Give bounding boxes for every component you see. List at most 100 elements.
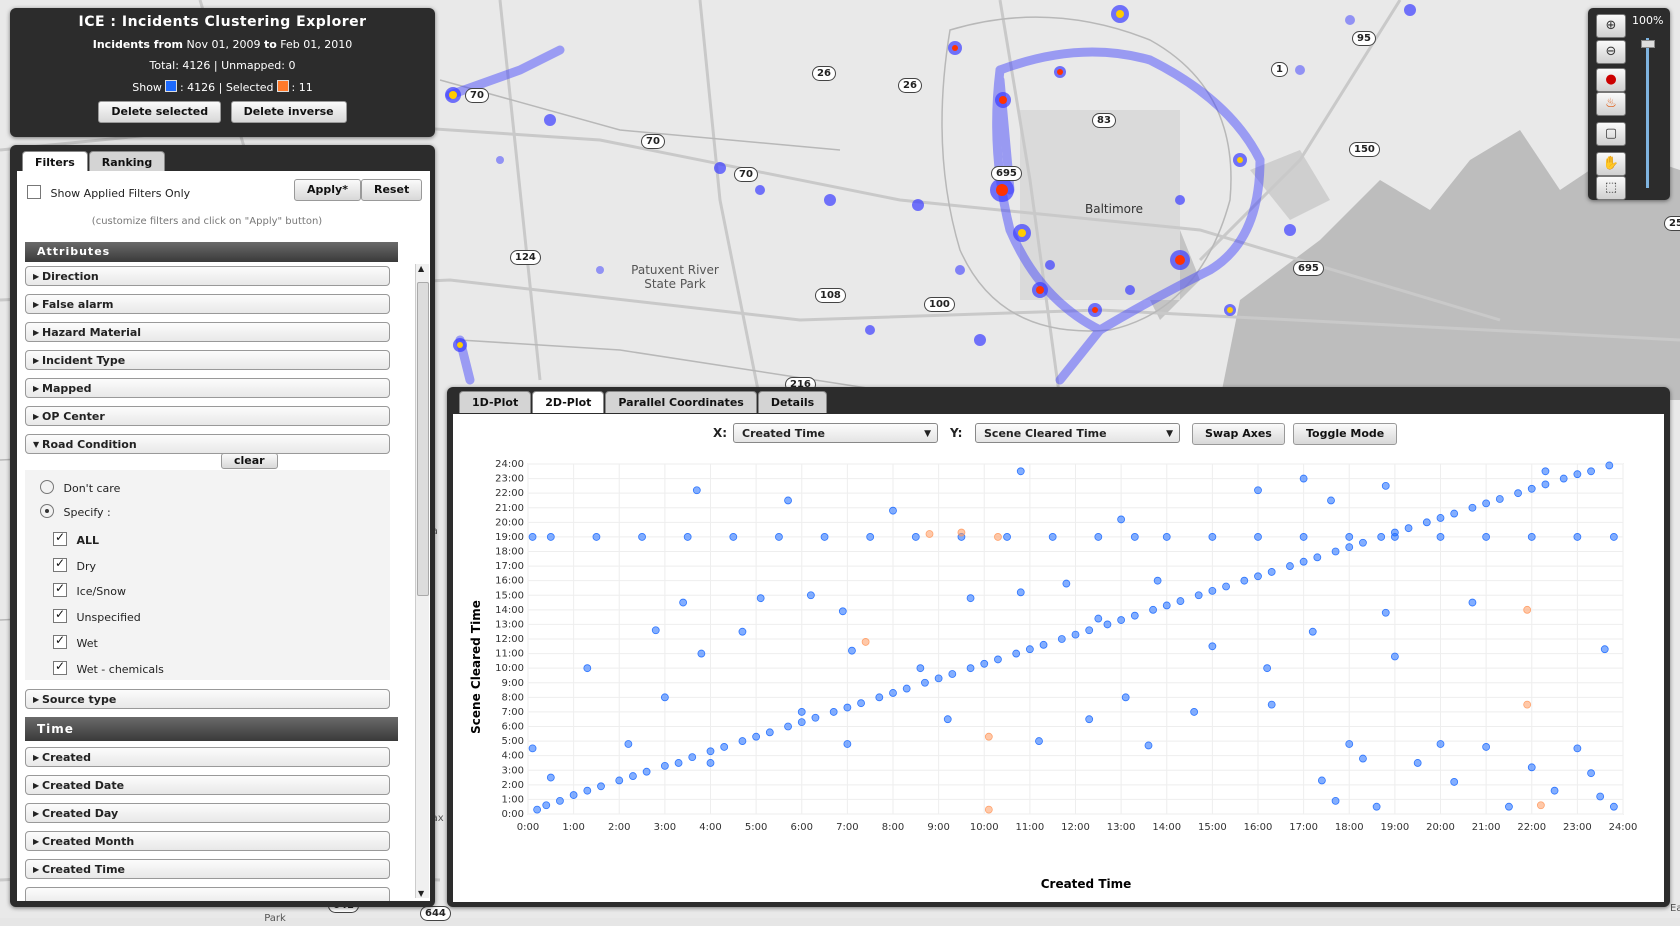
layers-icon[interactable]: ● xyxy=(1596,68,1626,92)
toggle-mode-button[interactable]: Toggle Mode xyxy=(1293,423,1398,445)
data-point xyxy=(1121,693,1130,702)
option-dont-care[interactable]: Don't care xyxy=(40,480,120,495)
route-shield: 695 xyxy=(991,166,1022,181)
data-point xyxy=(1267,700,1276,709)
pan-hand-icon[interactable]: ✋ xyxy=(1596,152,1626,176)
data-point xyxy=(820,533,829,541)
selected-data-point xyxy=(984,805,993,814)
zoom-out-icon[interactable]: ⊖ xyxy=(1596,40,1626,64)
swap-axes-button[interactable]: Swap Axes xyxy=(1192,423,1285,445)
facet-false-alarm[interactable]: ▶ False alarm xyxy=(25,294,390,314)
facet-created-date[interactable]: ▶ Created Date xyxy=(25,775,390,795)
checkbox-wet[interactable] xyxy=(53,633,67,649)
zoom-percent: 100% xyxy=(1632,14,1664,27)
y-tick-label: 20:00 xyxy=(495,517,524,528)
y-ticks: 0:00 1:00 2:00 3:00 4:00 5:00 6:00 7:00 8:00 9:00… xyxy=(495,459,524,820)
delete-selected-button[interactable]: Delete selected xyxy=(98,101,222,123)
tab-1d-plot[interactable]: 1D-Plot xyxy=(459,391,532,413)
facet-label: Created Day xyxy=(42,807,119,820)
facet-source-type[interactable]: ▶ Source type xyxy=(25,689,390,709)
checkbox-wet-chemicals[interactable] xyxy=(53,659,67,675)
facet-created-day[interactable]: ▶ Created Day xyxy=(25,803,390,823)
route-shield: 95 xyxy=(1352,31,1376,46)
show-applied-only[interactable]: Show Applied Filters Only xyxy=(27,185,190,200)
data-point xyxy=(660,761,669,770)
data-point xyxy=(1345,533,1354,541)
facet-road-condition[interactable]: ▼ Road Condition xyxy=(25,434,390,454)
facet-op-center[interactable]: ▶ OP Center xyxy=(25,406,390,426)
x-axis-value: Created Time xyxy=(742,427,825,440)
option-wet-chemicals[interactable]: Wet - chemicals xyxy=(53,659,164,676)
radio-dont-care[interactable] xyxy=(40,480,54,494)
fullscreen-icon[interactable]: ▢ xyxy=(1596,122,1626,146)
facet-hazard-material[interactable]: ▶ Hazard Material xyxy=(25,322,390,342)
apply-button[interactable]: Apply* xyxy=(294,179,361,201)
data-point xyxy=(1308,627,1317,636)
data-point xyxy=(1468,598,1477,607)
clear-button[interactable]: clear xyxy=(221,453,278,469)
map-label-ea: Ea xyxy=(1670,903,1680,914)
total-line: Total: 4126 | Unmapped: 0 xyxy=(149,59,296,72)
tab-2d-plot[interactable]: 2D-Plot xyxy=(532,391,605,413)
zoom-track[interactable] xyxy=(1646,38,1649,188)
data-point xyxy=(688,753,697,762)
data-point xyxy=(660,693,669,702)
data-point xyxy=(843,703,852,712)
data-point xyxy=(1016,467,1025,476)
data-point xyxy=(533,805,542,814)
data-point xyxy=(546,773,555,782)
tab-details[interactable]: Details xyxy=(757,391,828,413)
zoom-in-icon[interactable]: ⊕ xyxy=(1596,14,1626,38)
facet-label: False alarm xyxy=(42,298,114,311)
facet-mapped[interactable]: ▶ Mapped xyxy=(25,378,390,398)
x-axis-select[interactable]: Created Time ▼ xyxy=(733,423,938,443)
facet-incident-type[interactable]: ▶ Incident Type xyxy=(25,350,390,370)
checkbox-all[interactable] xyxy=(53,530,67,546)
chart-y-label: Scene Cleared Time xyxy=(469,600,483,734)
radio-specify[interactable] xyxy=(40,504,54,518)
option-ice-snow[interactable]: Ice/Snow xyxy=(53,581,126,598)
route-shield: 644 xyxy=(420,906,451,921)
scroll-down-icon[interactable]: ▼ xyxy=(418,889,424,898)
tab-filters[interactable]: Filters xyxy=(22,151,88,173)
plot-body: X: Created Time ▼ Y: Scene Cleared Time ▼ … xyxy=(453,414,1664,902)
option-wet[interactable]: Wet xyxy=(53,633,98,650)
x-tick-label: 4:00 xyxy=(699,822,721,833)
x-tick-label: 1:00 xyxy=(562,822,584,833)
delete-inverse-button[interactable]: Delete inverse xyxy=(230,101,347,123)
data-point xyxy=(1085,626,1094,635)
reset-button[interactable]: Reset xyxy=(361,179,423,201)
data-point xyxy=(811,713,820,722)
filter-scrollbar[interactable]: ▲ ▼ xyxy=(415,264,429,898)
tab-parallel-coordinates[interactable]: Parallel Coordinates xyxy=(605,391,757,413)
checkbox-ice-snow[interactable] xyxy=(53,581,67,597)
scroll-up-icon[interactable]: ▲ xyxy=(418,264,424,273)
checkbox-dry[interactable] xyxy=(53,556,67,572)
data-point xyxy=(848,646,856,655)
scroll-thumb[interactable] xyxy=(417,282,429,596)
selected-data-point xyxy=(1523,700,1532,709)
data-point xyxy=(1025,645,1034,654)
data-point xyxy=(1057,635,1066,643)
data-point xyxy=(1317,776,1326,785)
option-specify[interactable]: Specify : xyxy=(40,504,111,519)
facet-partial[interactable] xyxy=(25,887,390,901)
heatmap-icon[interactable]: ♨ xyxy=(1596,92,1626,116)
show-applied-checkbox[interactable] xyxy=(27,185,41,199)
tab-ranking[interactable]: Ranking xyxy=(88,151,166,173)
route-shield: 124 xyxy=(510,250,541,265)
facet-created-month[interactable]: ▶ Created Month xyxy=(25,831,390,851)
option-unspecified[interactable]: Unspecified xyxy=(53,607,141,624)
option-all[interactable]: ALL xyxy=(53,530,99,547)
zoom-knob[interactable] xyxy=(1641,40,1655,48)
select-box-icon[interactable]: ⬚ xyxy=(1596,176,1626,200)
facet-created-time[interactable]: ▶ Created Time xyxy=(25,859,390,879)
option-dry[interactable]: Dry xyxy=(53,556,96,573)
data-point xyxy=(1573,744,1582,753)
checkbox-unspecified[interactable] xyxy=(53,607,67,623)
y-axis-select[interactable]: Scene Cleared Time ▼ xyxy=(975,423,1180,443)
scatter-chart[interactable]: 0:00 1:00 2:00 3:00 4:00 5:00 6:00 7:00 8:00 9:00… xyxy=(453,454,1653,894)
facet-direction[interactable]: ▶ Direction xyxy=(25,266,390,286)
data-point xyxy=(1345,543,1354,552)
facet-created[interactable]: ▶ Created xyxy=(25,747,390,767)
